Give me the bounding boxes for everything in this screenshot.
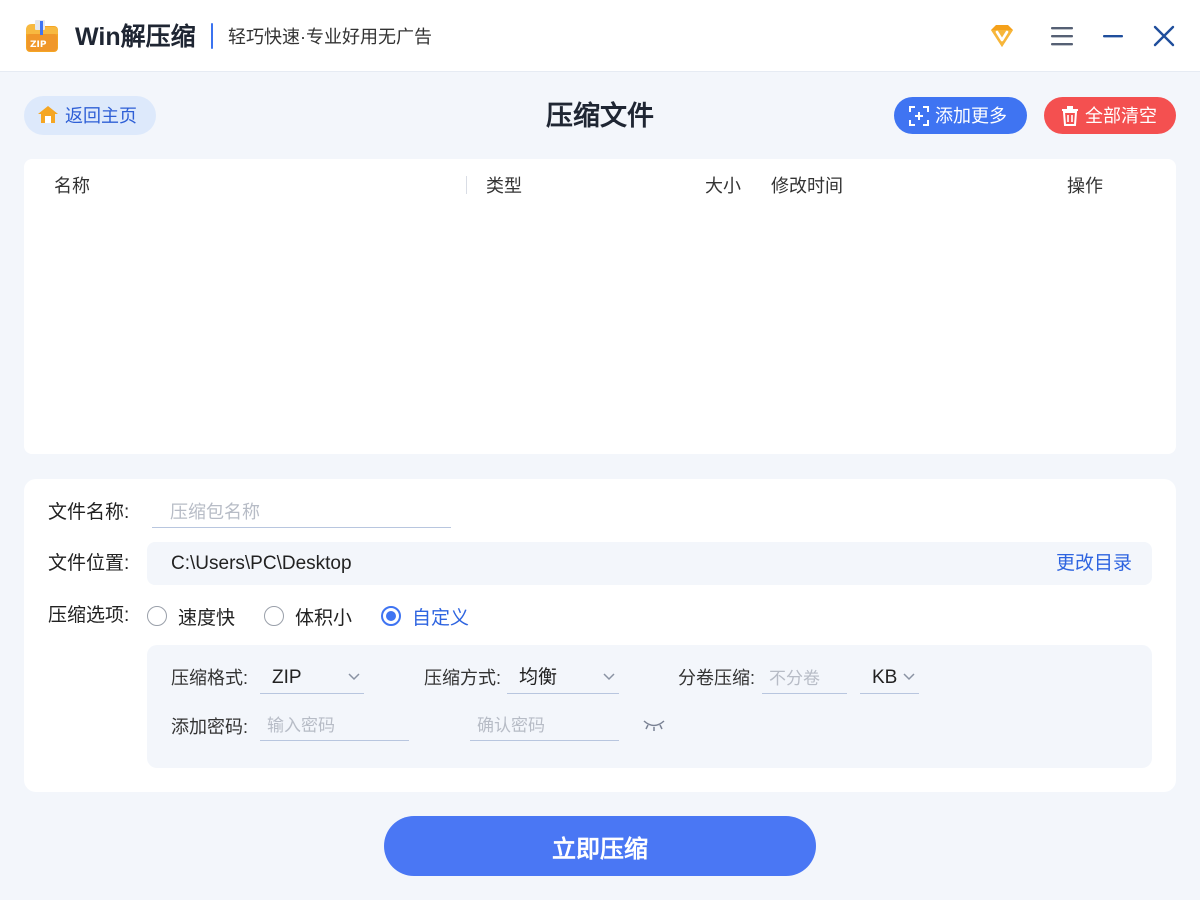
method-select[interactable]: 均衡 xyxy=(507,664,619,694)
confirm-password-input[interactable] xyxy=(470,711,619,741)
method-value: 均衡 xyxy=(519,667,558,688)
home-button[interactable]: 返回主页 xyxy=(24,96,156,135)
zip-logo-icon: ZIP xyxy=(26,20,58,52)
column-header-name[interactable]: 名称 xyxy=(54,175,90,197)
location-path: C:\Users\PC\Desktop xyxy=(171,553,352,574)
column-resize-handle[interactable] xyxy=(466,176,467,194)
format-label: 压缩格式: xyxy=(171,668,249,688)
trash-icon xyxy=(1062,106,1078,126)
menu-icon[interactable] xyxy=(1047,21,1077,51)
eye-closed-icon[interactable] xyxy=(642,718,666,732)
chevron-down-icon xyxy=(348,673,360,681)
chevron-down-icon xyxy=(903,673,915,681)
radio-fast[interactable]: 速度快 xyxy=(147,606,247,630)
format-select[interactable]: ZIP xyxy=(260,664,364,694)
split-unit-select[interactable]: KB xyxy=(860,664,919,694)
radio-circle[interactable] xyxy=(381,606,401,626)
compress-options-label: 压缩选项: xyxy=(48,605,130,626)
clear-all-button[interactable]: 全部清空 xyxy=(1044,97,1176,134)
filename-input[interactable] xyxy=(152,498,451,528)
chevron-down-icon xyxy=(603,673,615,681)
split-volume-label: 分卷压缩: xyxy=(678,668,756,688)
app-name: Win解压缩 xyxy=(75,23,196,51)
radio-circle[interactable] xyxy=(147,606,167,626)
split-size-input[interactable] xyxy=(762,664,847,694)
filename-label: 文件名称: xyxy=(48,502,130,523)
format-value: ZIP xyxy=(272,667,302,688)
compress-options-panel: 文件名称: 文件位置: C:\Users\PC\Desktop 更改目录 压缩选… xyxy=(24,479,1176,792)
radio-fast-label: 速度快 xyxy=(178,608,236,629)
app-slogan: 轻巧快速·专业好用无广告 xyxy=(228,27,432,47)
add-more-label: 添加更多 xyxy=(935,106,1007,126)
radio-circle[interactable] xyxy=(264,606,284,626)
page-title: 压缩文件 xyxy=(546,101,654,131)
custom-settings-box: 压缩格式: ZIP 压缩方式: 均衡 分卷压缩: KB 添加密码: xyxy=(147,645,1152,768)
minimize-icon[interactable] xyxy=(1098,21,1128,51)
column-header-modified-time[interactable]: 修改时间 xyxy=(771,175,843,197)
column-header-size[interactable]: 大小 xyxy=(705,175,741,197)
password-label: 添加密码: xyxy=(171,717,249,737)
radio-small-size[interactable]: 体积小 xyxy=(264,606,364,630)
location-field: C:\Users\PC\Desktop 更改目录 xyxy=(147,542,1152,585)
column-header-actions: 操作 xyxy=(1067,176,1103,196)
location-label: 文件位置: xyxy=(48,553,130,574)
change-directory-link[interactable]: 更改目录 xyxy=(1056,552,1132,576)
vip-icon[interactable] xyxy=(987,21,1017,51)
home-icon xyxy=(38,106,58,123)
close-icon[interactable] xyxy=(1149,21,1179,51)
file-list-table[interactable]: 名称 类型 大小 修改时间 操作 xyxy=(24,159,1176,454)
add-file-icon xyxy=(909,106,929,126)
password-input[interactable] xyxy=(260,711,409,741)
radio-small-size-label: 体积小 xyxy=(295,608,353,629)
radio-custom-label: 自定义 xyxy=(412,608,470,629)
title-divider xyxy=(211,23,213,49)
split-unit-value: KB xyxy=(872,667,898,688)
compress-now-button[interactable]: 立即压缩 xyxy=(384,816,816,876)
radio-custom[interactable]: 自定义 xyxy=(381,606,481,630)
column-header-type[interactable]: 类型 xyxy=(486,175,522,197)
home-button-label: 返回主页 xyxy=(65,106,137,126)
clear-all-label: 全部清空 xyxy=(1085,106,1157,126)
add-more-button[interactable]: 添加更多 xyxy=(894,97,1027,134)
title-bar: ZIP Win解压缩 轻巧快速·专业好用无广告 xyxy=(0,0,1200,72)
method-label: 压缩方式: xyxy=(424,668,502,688)
logo-text: ZIP xyxy=(30,40,47,50)
